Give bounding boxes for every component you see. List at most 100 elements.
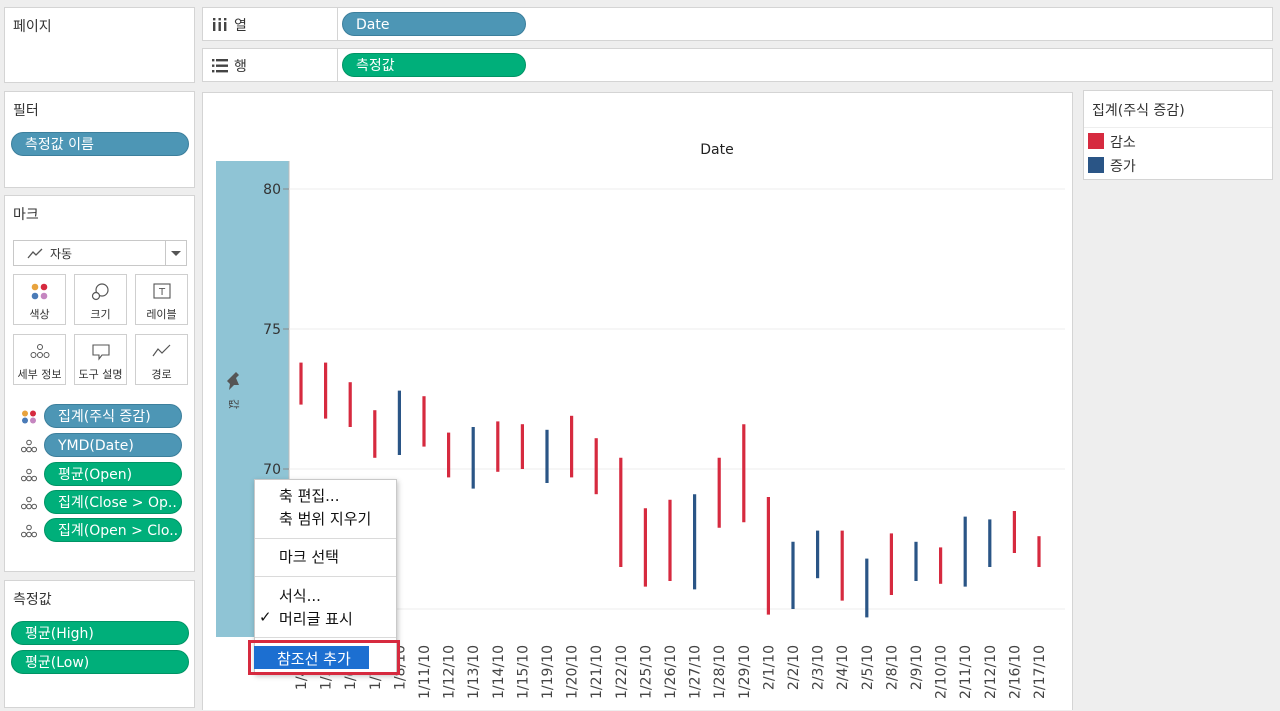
mark-pill-ymd-date[interactable]: YMD(Date): [44, 433, 182, 457]
x-tick-label: 1/28/10: [712, 645, 728, 699]
legend-card: 집계(주식 증감) 감소 증가: [1083, 90, 1273, 180]
marks-label-label: 레이블: [146, 308, 177, 321]
x-tick-label: 1/25/10: [638, 645, 654, 699]
y-tick-label: 75: [263, 322, 281, 338]
mark-card-row: 집계(주식 증감): [21, 404, 191, 428]
menu-clear-axis-range[interactable]: 축 범위 지우기: [279, 508, 371, 529]
mark-pill-close-gt-open[interactable]: 집계(Close > Op..: [44, 490, 182, 514]
marks-label-button[interactable]: T 레이블: [135, 274, 188, 325]
x-tick-label: 1/26/10: [663, 645, 679, 699]
measure-pill-avg-low[interactable]: 평균(Low): [11, 650, 189, 674]
tooltip-icon: [92, 344, 110, 361]
measure-pill-avg-high[interactable]: 평균(High): [11, 621, 189, 645]
marks-color-button[interactable]: 색상: [13, 274, 66, 325]
measure-values-card: 측정값 평균(High) 평균(Low): [4, 580, 195, 708]
x-tick-label: 2/8/10: [884, 645, 900, 690]
mark-card-row: 집계(Open > Clo..: [21, 518, 191, 542]
menu-edit-axis[interactable]: 축 편집...: [279, 485, 339, 506]
x-tick-label: 1/22/10: [614, 645, 630, 699]
x-tick-label: 1/29/10: [737, 645, 753, 699]
legend-title: 집계(주식 증감): [1092, 103, 1185, 119]
menu-separator: [255, 637, 396, 638]
legend-item-decrease[interactable]: 감소: [1088, 131, 1268, 153]
mark-card-row: YMD(Date): [21, 433, 191, 457]
detail-icon: [21, 468, 37, 482]
x-tick-label: 1/21/10: [589, 645, 605, 699]
menu-separator: [255, 576, 396, 577]
legend-label-decrease: 감소: [1110, 135, 1136, 151]
detail-icon: [21, 524, 37, 538]
marks-path-button[interactable]: 경로: [135, 334, 188, 385]
x-tick-label: 1/12/10: [442, 645, 458, 699]
rows-shelf[interactable]: 행 측정값: [202, 48, 1273, 82]
marks-card: 마크 자동 색상 크기 T 레이블 세부 정보 도구 설명 경로 집계(주식 증…: [4, 195, 195, 572]
mark-card-row: 평균(Open): [21, 462, 191, 486]
columns-pill-date[interactable]: Date: [342, 12, 526, 36]
marks-color-label: 색상: [29, 308, 50, 321]
chart-title: Date: [700, 142, 733, 158]
legend-swatch-increase: [1088, 157, 1104, 173]
marks-detail-button[interactable]: 세부 정보: [13, 334, 66, 385]
x-tick-label: 1/11/10: [417, 645, 433, 699]
filters-card: 필터 측정값 이름: [4, 91, 195, 188]
label-icon: T: [153, 283, 171, 299]
line-mark-icon: [27, 248, 43, 259]
x-tick-label: 2/1/10: [761, 645, 777, 690]
marks-detail-label: 세부 정보: [17, 368, 62, 381]
menu-add-reference-line[interactable]: 참조선 추가: [254, 646, 369, 669]
pages-card: 페이지: [4, 7, 195, 83]
x-tick-label: 2/11/10: [958, 645, 974, 699]
filter-pill-measure-names[interactable]: 측정값 이름: [11, 132, 189, 156]
legend-label-increase: 증가: [1110, 159, 1136, 175]
menu-separator: [255, 538, 396, 539]
shelf-divider: [337, 8, 338, 40]
mark-type-divider: [165, 241, 166, 265]
x-tick-label: 2/17/10: [1032, 645, 1048, 699]
mark-type-dropdown[interactable]: 자동: [13, 240, 187, 266]
svg-text:T: T: [158, 287, 166, 298]
x-tick-label: 2/12/10: [983, 645, 999, 699]
chevron-down-icon: [171, 251, 181, 256]
mark-pill-open-gt-close[interactable]: 집계(Open > Clo..: [44, 518, 182, 542]
rows-pill-measure-values[interactable]: 측정값: [342, 53, 526, 77]
checkmark-icon: ✓: [259, 608, 272, 626]
rows-label: 행: [234, 59, 247, 75]
x-tick-label: 1/20/10: [565, 645, 581, 699]
rows-icon: [212, 59, 228, 73]
x-tick-label: 2/2/10: [786, 645, 802, 690]
marks-size-label: 크기: [90, 308, 111, 321]
marks-title: 마크: [13, 207, 39, 223]
color-icon: [22, 410, 36, 424]
path-icon: [152, 344, 171, 357]
y-axis-label: 값: [227, 399, 240, 409]
x-tick-label: 1/27/10: [688, 645, 704, 699]
shelf-divider: [337, 49, 338, 81]
mark-pill-avg-open[interactable]: 평균(Open): [44, 462, 182, 486]
x-tick-label: 1/14/10: [491, 645, 507, 699]
measure-values-title: 측정값: [13, 592, 52, 608]
menu-format[interactable]: 서식...: [279, 585, 321, 606]
menu-show-header[interactable]: 머리글 표시: [279, 608, 353, 629]
mark-type-label: 자동: [50, 247, 73, 261]
size-icon: [91, 283, 109, 301]
mark-pill-stock-change[interactable]: 집계(주식 증감): [44, 404, 182, 428]
detail-icon: [30, 344, 50, 358]
x-tick-label: 2/10/10: [934, 645, 950, 699]
y-tick-label: 80: [263, 182, 281, 198]
filters-title: 필터: [13, 103, 39, 119]
x-tick-label: 2/16/10: [1007, 645, 1023, 699]
x-tick-label: 2/9/10: [909, 645, 925, 690]
columns-shelf[interactable]: 열 Date: [202, 7, 1273, 41]
x-tick-label: 1/13/10: [466, 645, 482, 699]
legend-item-increase[interactable]: 증가: [1088, 155, 1268, 177]
marks-tooltip-button[interactable]: 도구 설명: [74, 334, 127, 385]
menu-select-marks[interactable]: 마크 선택: [279, 546, 339, 567]
color-icon: [31, 283, 48, 300]
y-tick-label: 70: [263, 462, 281, 478]
x-tick-label: 2/4/10: [835, 645, 851, 690]
marks-size-button[interactable]: 크기: [74, 274, 127, 325]
x-tick-label: 2/5/10: [860, 645, 876, 690]
columns-icon: [213, 18, 227, 31]
menu-add-reference-line-label: 참조선 추가: [277, 650, 351, 668]
marks-path-label: 경로: [151, 368, 172, 381]
